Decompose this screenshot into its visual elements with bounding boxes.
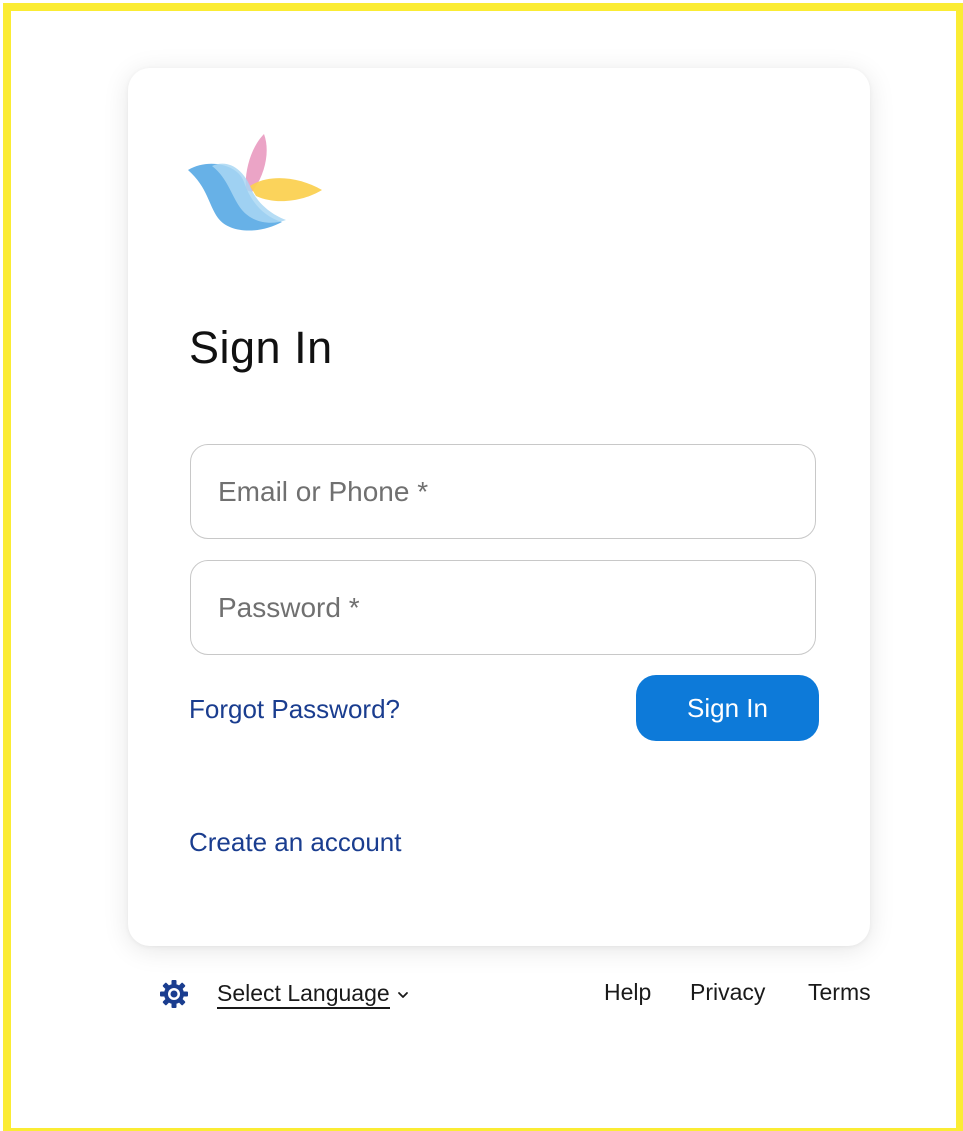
sign-in-button[interactable]: Sign In [636, 675, 819, 741]
page-title: Sign In [189, 322, 333, 373]
language-selector[interactable]: Select Language [217, 975, 410, 1015]
brand-logo [188, 134, 322, 231]
language-selector-label: Select Language [217, 980, 390, 1009]
gear-icon[interactable] [159, 979, 189, 1009]
logo-yellow-petal [250, 178, 322, 202]
chevron-down-icon [397, 992, 408, 998]
create-account-link[interactable]: Create an account [189, 825, 401, 859]
help-link[interactable]: Help [604, 972, 651, 1012]
email-or-phone-field[interactable] [190, 444, 816, 539]
privacy-link[interactable]: Privacy [690, 972, 765, 1012]
terms-link[interactable]: Terms [808, 972, 871, 1012]
password-field[interactable] [190, 560, 816, 655]
forgot-password-link[interactable]: Forgot Password? [189, 692, 400, 726]
